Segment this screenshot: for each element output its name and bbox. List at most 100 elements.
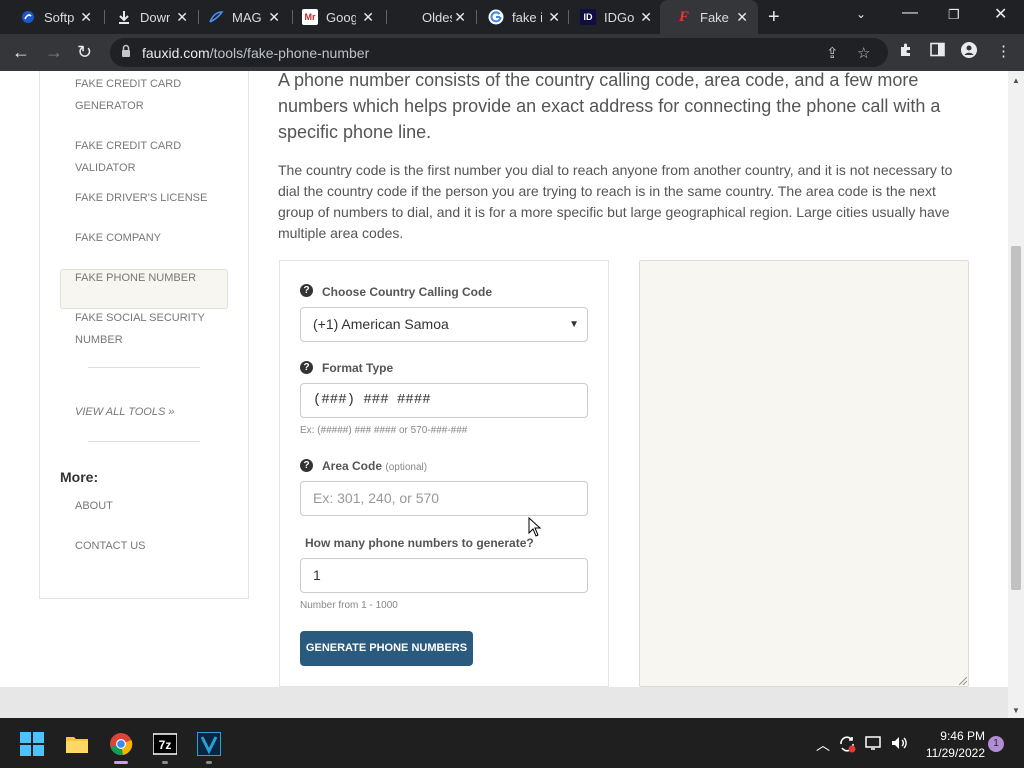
browser-tab[interactable]: Down ✕ — [100, 0, 198, 34]
fauxid-icon: F — [678, 8, 689, 25]
notification-badge[interactable]: 1 — [988, 736, 1004, 752]
network-icon[interactable] — [865, 735, 883, 754]
tools-sidebar: FAKE CREDIT CARD GENERATOR FAKE CREDIT C… — [39, 71, 249, 599]
softpedia-icon — [20, 9, 36, 25]
scroll-down-icon[interactable]: ▼ — [1012, 706, 1020, 715]
google-icon — [488, 9, 504, 25]
address-bar[interactable]: fauxid.com/tools/fake-phone-number ⇪ ☆ — [110, 38, 888, 67]
chevron-down-icon: ▼ — [569, 319, 579, 330]
share-icon[interactable]: ⇪ — [826, 44, 839, 62]
clock-date: 11/29/2022 — [925, 746, 985, 760]
close-tab-icon[interactable]: ✕ — [176, 9, 188, 26]
file-explorer-icon[interactable] — [65, 732, 89, 756]
restore-icon[interactable]: ❐ — [948, 7, 960, 23]
7zip-icon[interactable]: 7z — [152, 732, 178, 756]
blank-icon — [398, 9, 414, 25]
chevron-up-icon[interactable]: ︿ — [816, 735, 830, 755]
url-domain: fauxid.com — [142, 45, 210, 61]
area-code-label-text: Area Code — [322, 459, 383, 473]
sidebar-item-fake-credit-card-validator[interactable]: FAKE CREDIT CARD VALIDATOR — [75, 135, 225, 179]
clock-time: 9:46 PM — [940, 729, 985, 743]
windows-start-icon[interactable] — [20, 732, 44, 756]
browser-tab-active[interactable]: F Fake I ✕ — [660, 0, 758, 34]
download-icon — [116, 9, 132, 25]
url-text: fauxid.com/tools/fake-phone-number — [142, 45, 369, 61]
close-tab-icon[interactable]: ✕ — [80, 9, 92, 26]
chrome-icon[interactable] — [109, 732, 133, 756]
tab-title: Down — [140, 9, 170, 25]
reload-icon[interactable]: ↻ — [77, 42, 92, 63]
browser-tab[interactable]: Softp ✕ — [4, 0, 102, 34]
sidebar-divider — [88, 367, 200, 368]
intro-text: A phone number consists of the country c… — [278, 71, 941, 142]
menu-kebab-icon[interactable]: ⋮ — [996, 42, 1011, 60]
phone-generator-form: ? Choose Country Calling Code (+1) Ameri… — [279, 260, 609, 687]
area-code-input[interactable]: Ex: 301, 240, or 570 — [300, 481, 588, 516]
system-clock[interactable]: 9:46 PM 11/29/2022 — [915, 728, 985, 762]
sidebar-item-fake-credit-card-generator[interactable]: FAKE CREDIT CARD GENERATOR — [75, 73, 225, 117]
format-type-input[interactable]: (###) ### #### — [300, 383, 588, 418]
sidebar-item-fake-ssn[interactable]: FAKE SOCIAL SECURITY NUMBER — [75, 307, 225, 351]
browser-tab[interactable]: Oldes ✕ — [382, 0, 476, 34]
close-tab-icon[interactable]: ✕ — [736, 9, 748, 26]
browser-tab[interactable]: Mr Goog ✕ — [286, 0, 384, 34]
help-icon[interactable]: ? — [300, 361, 313, 374]
scrollbar-thumb[interactable] — [1011, 246, 1021, 590]
view-all-tools-link[interactable]: VIEW ALL TOOLS » — [75, 406, 174, 418]
close-tab-icon[interactable]: ✕ — [454, 9, 466, 26]
tab-title: MAGI — [232, 9, 262, 25]
bookmark-star-icon[interactable]: ☆ — [857, 44, 870, 62]
forward-icon[interactable]: → — [45, 42, 63, 63]
browser-tab-strip: Softp ✕ Down ✕ MAGI ✕ Mr Goog ✕ Oldes ✕ … — [0, 0, 1024, 34]
sidebar-item-fake-drivers-license[interactable]: FAKE DRIVER'S LICENSE — [75, 187, 225, 209]
url-path: /tools/fake-phone-number — [209, 45, 370, 61]
count-input[interactable]: 1 — [300, 558, 588, 593]
browser-tab[interactable]: fake i ✕ — [472, 0, 570, 34]
svg-text:7z: 7z — [159, 738, 172, 752]
tab-title: Softp — [44, 9, 74, 25]
help-icon[interactable]: ? — [300, 459, 313, 472]
sidebar-item-contact-us[interactable]: CONTACT US — [75, 535, 225, 557]
browser-tab[interactable]: ID IDGo ✕ — [564, 0, 662, 34]
volume-icon[interactable] — [891, 735, 909, 754]
sidebar-item-fake-company[interactable]: FAKE COMPANY — [75, 227, 225, 249]
area-code-label: Area Code (optional) — [322, 459, 427, 473]
lock-icon[interactable] — [118, 43, 134, 59]
sync-alert-icon[interactable] — [838, 735, 856, 756]
country-code-value: (+1) American Samoa — [313, 316, 449, 332]
sidebar-item-fake-phone-number[interactable]: FAKE PHONE NUMBER — [75, 267, 225, 289]
windows-taskbar: 7z ︿ 9:46 PM 11/29/2022 1 — [0, 718, 1024, 768]
count-label: How many phone numbers to generate? — [305, 536, 534, 550]
browser-tab[interactable]: MAGI ✕ — [192, 0, 290, 34]
close-tab-icon[interactable]: ✕ — [268, 9, 280, 26]
format-help-text: Ex: (#####) ### #### or 570-###-### — [300, 425, 468, 436]
country-code-select[interactable]: (+1) American Samoa ▼ — [300, 307, 588, 342]
mr-icon: Mr — [302, 9, 318, 25]
tab-title: Fake I — [700, 9, 730, 25]
profile-icon[interactable] — [961, 42, 977, 62]
browser-toolbar: ← → ↻ fauxid.com/tools/fake-phone-number… — [0, 34, 1024, 71]
close-tab-icon[interactable]: ✕ — [548, 9, 560, 26]
extensions-icon[interactable] — [898, 42, 914, 62]
help-icon[interactable]: ? — [300, 284, 313, 297]
scroll-up-icon[interactable]: ▲ — [1012, 76, 1020, 85]
tab-title: fake i — [512, 9, 542, 25]
page-content: FAKE CREDIT CARD GENERATOR FAKE CREDIT C… — [0, 71, 1008, 718]
new-tab-icon[interactable]: + — [768, 6, 780, 29]
close-tab-icon[interactable]: ✕ — [640, 9, 652, 26]
generate-phone-numbers-button[interactable]: GENERATE PHONE NUMBERS — [300, 631, 473, 666]
back-icon[interactable]: ← — [12, 42, 30, 63]
vsdc-icon[interactable] — [196, 731, 222, 757]
sidebar-item-about[interactable]: ABOUT — [75, 495, 225, 517]
close-window-icon[interactable]: ✕ — [994, 4, 1007, 24]
page-scrollbar[interactable]: ▲ ▼ — [1008, 71, 1024, 718]
close-tab-icon[interactable]: ✕ — [362, 9, 374, 26]
footer-strip — [0, 687, 1008, 718]
resize-handle-icon[interactable] — [959, 677, 967, 685]
side-panel-icon[interactable] — [930, 42, 945, 61]
results-textarea[interactable] — [639, 260, 969, 687]
minimize-icon[interactable]: — — [902, 4, 918, 22]
tab-search-icon[interactable]: ⌄ — [856, 7, 866, 21]
optional-tag: (optional) — [385, 462, 428, 473]
sidebar-divider — [88, 441, 200, 442]
